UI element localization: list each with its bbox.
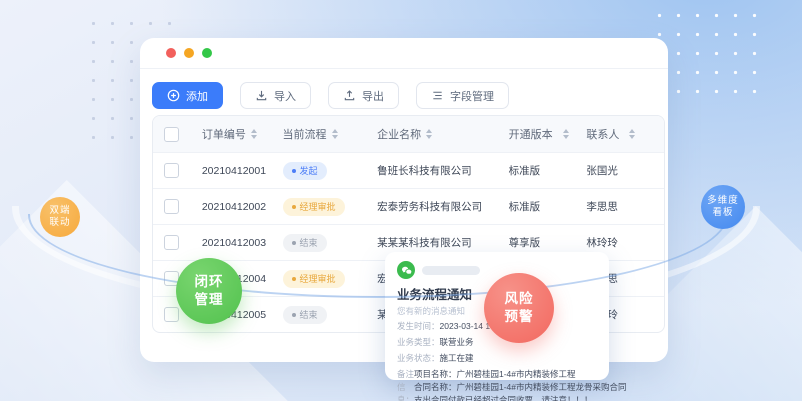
- list-icon: [431, 89, 444, 102]
- sort-icon[interactable]: [629, 129, 635, 139]
- sort-icon[interactable]: [251, 129, 257, 139]
- notification-remark: 备注信息： 项目名称：广州碧桂园1-4#市内精装修工程 合同名称：广州碧桂园1-…: [397, 368, 609, 401]
- status-dot-icon: [292, 169, 296, 173]
- field-manage-button-label: 字段管理: [450, 88, 494, 104]
- order-no-cell: 20210412003: [190, 237, 269, 249]
- status-badge: 结束: [283, 306, 327, 324]
- contact-cell: 林玲玲: [574, 235, 664, 250]
- sort-icon[interactable]: [426, 129, 432, 139]
- version-cell: 尊享版: [497, 235, 575, 250]
- remark-line: 合同名称：广州碧桂园1-4#市内精装修工程龙骨采购合同: [414, 381, 627, 394]
- export-button-label: 导出: [362, 88, 384, 104]
- row-checkbox[interactable]: [164, 235, 179, 250]
- status-dot-icon: [292, 205, 296, 209]
- status-badge: 发起: [283, 162, 327, 180]
- version-cell: 标准版: [497, 199, 575, 214]
- order-no-cell: 20210412002: [190, 201, 269, 213]
- status-dot-icon: [292, 241, 296, 245]
- sender-placeholder-bar: [422, 266, 480, 275]
- contact-cell: 李思思: [574, 199, 664, 214]
- status-badge: 经理审批: [283, 198, 345, 216]
- wechat-icon: [397, 261, 415, 279]
- column-header-order-no[interactable]: 订单编号: [190, 126, 269, 142]
- field-manage-button[interactable]: 字段管理: [416, 82, 509, 109]
- column-header-version[interactable]: 开通版本: [497, 126, 575, 142]
- remark-line: 项目名称：广州碧桂园1-4#市内精装修工程: [414, 368, 627, 381]
- toolbar: 添加 导入 导出: [140, 69, 668, 109]
- company-cell: 某某某科技有限公司: [363, 235, 496, 250]
- row-checkbox[interactable]: [164, 199, 179, 214]
- sort-icon[interactable]: [563, 129, 569, 139]
- traffic-light-green-icon[interactable]: [202, 48, 212, 58]
- field-label: 业务状态：: [397, 353, 440, 363]
- column-header-contact[interactable]: 联系人: [574, 126, 664, 142]
- bubble-risk-alert: 风险 预警: [484, 273, 554, 343]
- export-button[interactable]: 导出: [328, 82, 399, 109]
- row-checkbox[interactable]: [164, 307, 179, 322]
- bubble-dual-linkage: 双端 联动: [40, 197, 80, 237]
- table-row[interactable]: 20210412001 发起 鲁班长科技有限公司 标准版 张国光: [153, 152, 664, 188]
- field-label: 业务类型：: [397, 337, 440, 347]
- import-icon: [255, 89, 268, 102]
- column-header-current-flow[interactable]: 当前流程: [269, 126, 364, 142]
- notification-field: 业务状态：施工在建: [397, 352, 609, 365]
- window-titlebar: [140, 38, 668, 69]
- version-cell: 标准版: [497, 163, 575, 178]
- bubble-closed-loop: 闭环 管理: [176, 258, 242, 324]
- select-all-checkbox[interactable]: [164, 127, 179, 142]
- status-badge: 结束: [283, 234, 327, 252]
- column-header-company[interactable]: 企业名称: [363, 126, 496, 142]
- contact-cell: 张国光: [574, 163, 664, 178]
- field-value: 联营业务: [440, 337, 474, 347]
- import-button-label: 导入: [274, 88, 296, 104]
- field-label: 备注信息：: [397, 368, 414, 401]
- status-dot-icon: [292, 313, 296, 317]
- add-button[interactable]: 添加: [152, 82, 223, 109]
- order-no-cell: 20210412001: [190, 165, 269, 177]
- traffic-light-red-icon[interactable]: [166, 48, 176, 58]
- plus-circle-icon: [167, 89, 180, 102]
- field-value: 施工在建: [440, 353, 474, 363]
- add-button-label: 添加: [186, 88, 208, 104]
- import-button[interactable]: 导入: [240, 82, 311, 109]
- table-row[interactable]: 20210412002 经理审批 宏泰劳务科技有限公司 标准版 李思思: [153, 188, 664, 224]
- marketing-hero: 添加 导入 导出: [0, 0, 802, 401]
- status-dot-icon: [292, 277, 296, 281]
- field-label: 发生时间：: [397, 321, 440, 331]
- company-cell: 鲁班长科技有限公司: [363, 163, 496, 178]
- table-header-row: 订单编号 当前流程 企业名称 开通版本 联系人: [153, 116, 664, 152]
- bubble-multidim-dashboard: 多维度 看板: [701, 185, 745, 229]
- sort-icon[interactable]: [332, 129, 338, 139]
- remark-line: 支出合同付款已经超过合同收票，请注意！！！: [414, 394, 627, 401]
- row-checkbox[interactable]: [164, 163, 179, 178]
- export-icon: [343, 89, 356, 102]
- status-badge: 经理审批: [283, 270, 345, 288]
- traffic-light-yellow-icon[interactable]: [184, 48, 194, 58]
- company-cell: 宏泰劳务科技有限公司: [363, 199, 496, 214]
